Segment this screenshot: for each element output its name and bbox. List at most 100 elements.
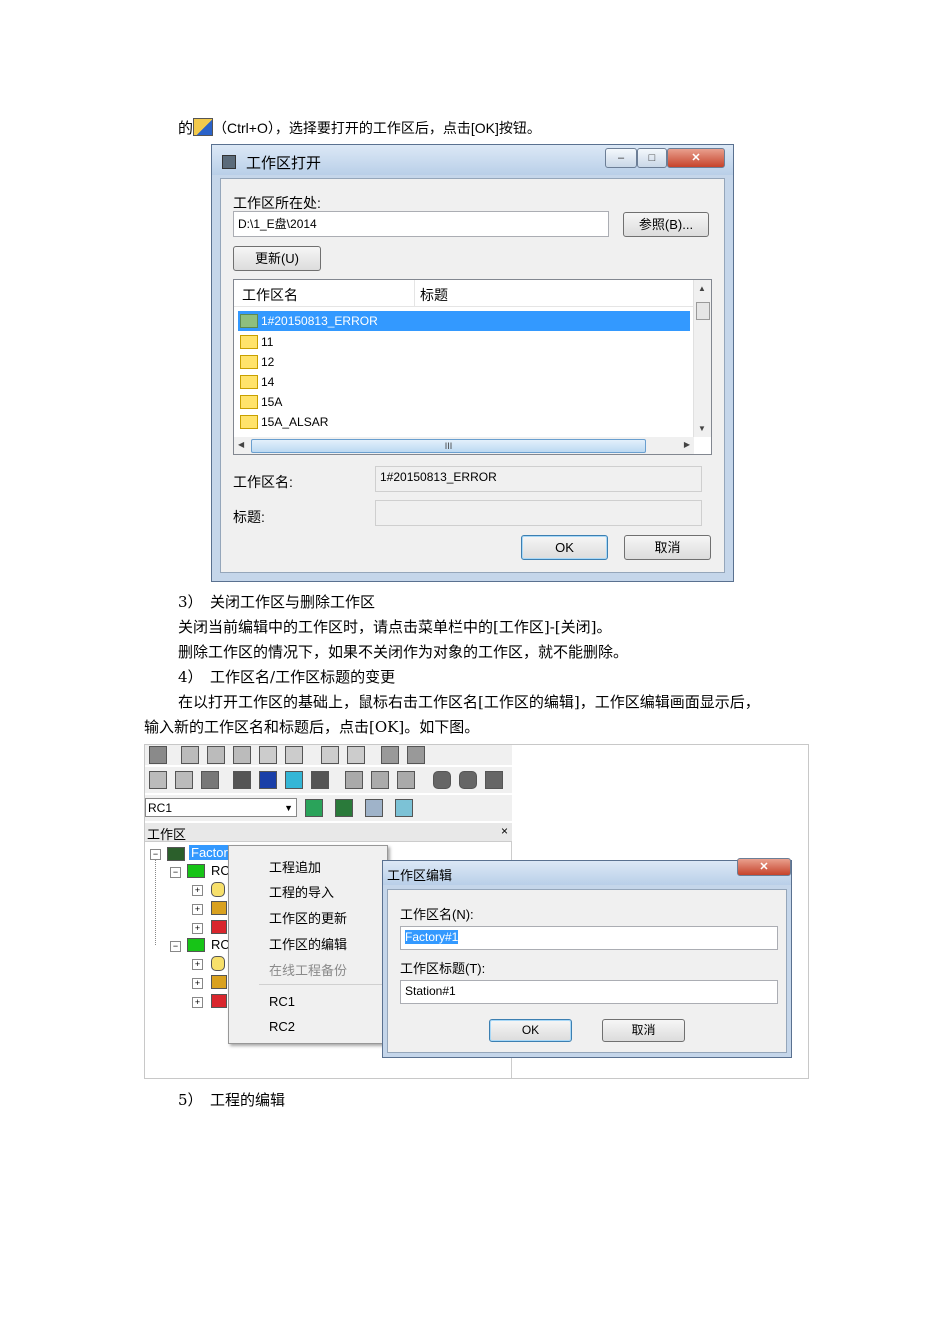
horizontal-scrollbar[interactable]: ◀ III ▶ [234, 437, 694, 454]
copy-icon[interactable] [207, 746, 225, 764]
ok-button[interactable]: OK [521, 535, 608, 560]
location-field[interactable]: D:\1_E盘\2014 [233, 211, 609, 237]
sort-icon[interactable] [347, 746, 365, 764]
expand-toggle[interactable]: + [192, 904, 203, 915]
workspace-list[interactable]: 工作区名 标题 1#20150813_ERROR 11 12 14 15A 15… [233, 279, 712, 455]
menu-item-rc2[interactable]: RC2 [269, 1019, 295, 1034]
title-bar[interactable]: 工作区打开 – □ ✕ [212, 145, 733, 175]
update-button[interactable]: 更新(U) [233, 246, 321, 271]
folder-icon [240, 374, 258, 389]
menu-item-update-workspace[interactable]: 工作区的更新 [269, 908, 347, 927]
scroll-right-icon[interactable]: ▶ [684, 440, 690, 449]
workspace-title-field[interactable]: Station#1 [400, 980, 778, 1004]
list-icon[interactable] [259, 746, 277, 764]
browse-button[interactable]: 参照(B)... [623, 212, 709, 237]
expand-toggle[interactable]: + [192, 923, 203, 934]
list-item[interactable]: 11 [238, 332, 273, 352]
cascade-icon[interactable] [345, 771, 363, 789]
tree-node-label[interactable]: RC [211, 863, 230, 878]
folder-icon [240, 334, 258, 349]
expand-toggle[interactable]: + [192, 885, 203, 896]
folder-icon [240, 313, 258, 328]
title-bar[interactable]: 工作区编辑 ✕ [383, 858, 791, 885]
project-combo[interactable]: RC1 ▼ [145, 798, 297, 817]
database-icon [211, 956, 225, 971]
import-icon[interactable] [321, 746, 339, 764]
folder-icon [240, 414, 258, 429]
window-icon [222, 155, 236, 169]
folder-icon [240, 354, 258, 369]
menu-separator [259, 984, 383, 985]
expand-toggle[interactable]: + [192, 978, 203, 989]
ok-button[interactable]: OK [489, 1019, 572, 1042]
list-item[interactable]: 15A_ALSAR [238, 412, 328, 432]
workspace-name-field[interactable]: 1#20150813_ERROR [375, 466, 702, 492]
dialog-client: 工作区名(N): Factory#1 工作区标题(T): Station#1 O… [387, 889, 787, 1053]
block-icon[interactable] [233, 771, 251, 789]
link-icon[interactable] [365, 799, 383, 817]
factory-icon [167, 847, 185, 861]
module-icon [211, 901, 227, 915]
vertical-scrollbar[interactable]: ▲ ▼ [693, 280, 711, 437]
monitor-icon[interactable] [285, 771, 303, 789]
note-icon[interactable] [335, 799, 353, 817]
column-title-header[interactable]: 标题 [420, 285, 448, 305]
refresh-icon[interactable] [305, 799, 323, 817]
workspace-title-field[interactable] [375, 500, 702, 526]
error-icon[interactable] [395, 799, 413, 817]
close-button[interactable]: ✕ [737, 858, 791, 876]
collapse-toggle[interactable]: − [170, 941, 181, 952]
layout-icon[interactable] [381, 746, 399, 764]
window-icon[interactable] [407, 746, 425, 764]
list-header: 工作区名 标题 [234, 280, 694, 307]
tree-node-label[interactable]: RC [211, 937, 230, 952]
folder-dark-icon[interactable] [311, 771, 329, 789]
chevron-down-icon[interactable]: ▼ [284, 799, 293, 818]
expand-toggle[interactable]: + [192, 959, 203, 970]
scroll-thumb-horizontal[interactable]: III [251, 439, 646, 453]
workspace-edit-dialog: 工作区编辑 ✕ 工作区名(N): Factory#1 工作区标题(T): Sta… [382, 858, 792, 1058]
list-item[interactable]: 1#20150813_ERROR [238, 311, 690, 331]
menu-item-add-project[interactable]: 工程追加 [269, 857, 321, 876]
list-item[interactable]: 12 [238, 352, 274, 372]
database-icon [211, 882, 225, 897]
panel-close-icon[interactable]: × [501, 824, 508, 838]
stop-icon[interactable] [433, 771, 451, 789]
minimize-button[interactable]: – [605, 148, 637, 168]
program-icon[interactable] [201, 771, 219, 789]
document-icon[interactable] [285, 746, 303, 764]
save-icon[interactable] [149, 746, 167, 764]
workspace-open-dialog: 工作区打开 – □ ✕ 工作区所在处: D:\1_E盘\2014 参照(B)..… [211, 144, 734, 582]
dialog-client: 工作区所在处: D:\1_E盘\2014 参照(B)... 更新(U) 工作区名… [220, 178, 725, 573]
tile-vertical-icon[interactable] [397, 771, 415, 789]
transfer-icon[interactable] [175, 771, 193, 789]
scroll-thumb[interactable] [696, 302, 710, 320]
selected-text: Factory#1 [405, 930, 459, 944]
paste-icon[interactable] [233, 746, 251, 764]
scroll-left-icon[interactable]: ◀ [238, 440, 244, 449]
collapse-toggle[interactable]: − [170, 867, 181, 878]
pause-icon[interactable] [459, 771, 477, 789]
close-button[interactable]: ✕ [667, 148, 725, 168]
workspace-name-field[interactable]: Factory#1 [400, 926, 778, 950]
toolbar-row-1 [145, 745, 512, 765]
scroll-up-icon[interactable]: ▲ [698, 284, 706, 293]
cancel-button[interactable]: 取消 [602, 1019, 685, 1042]
workspace-name-label: 工作区名: [233, 474, 293, 490]
edit-icon[interactable] [149, 771, 167, 789]
menu-item-import-project[interactable]: 工程的导入 [269, 882, 334, 901]
maximize-button[interactable]: □ [637, 148, 667, 168]
panel-icon[interactable] [485, 771, 503, 789]
cancel-button[interactable]: 取消 [624, 535, 711, 560]
column-name-header[interactable]: 工作区名 [242, 285, 298, 305]
expand-toggle[interactable]: + [192, 997, 203, 1008]
menu-item-edit-workspace[interactable]: 工作区的编辑 [269, 934, 347, 953]
tile-horizontal-icon[interactable] [371, 771, 389, 789]
menu-item-rc1[interactable]: RC1 [269, 994, 295, 1009]
chart-icon[interactable] [259, 771, 277, 789]
scroll-down-icon[interactable]: ▼ [698, 424, 706, 433]
list-item[interactable]: 14 [238, 372, 274, 392]
combo-value: RC1 [148, 801, 173, 815]
cut-icon[interactable] [181, 746, 199, 764]
list-item[interactable]: 15A [238, 392, 282, 412]
